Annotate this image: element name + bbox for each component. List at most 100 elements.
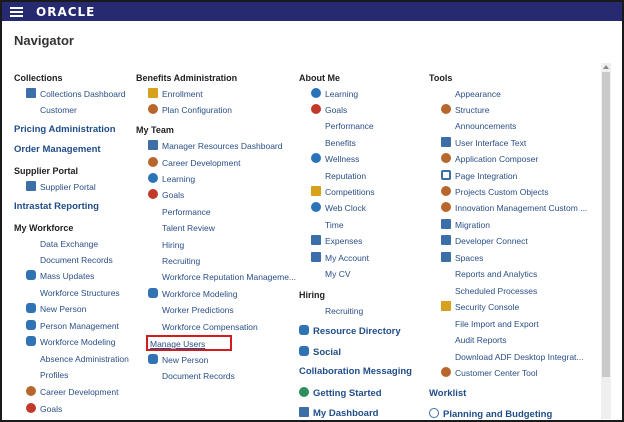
nav-item-talent-review[interactable]: Talent Review [162,222,215,234]
nav-item-pricing-administration[interactable]: Pricing Administration [14,124,116,136]
nav-item-performance[interactable]: Performance [162,206,211,218]
nav-item-label: User Interface Text [455,138,527,148]
nav-item-goals[interactable]: Goals [311,104,347,116]
nav-item-recruiting[interactable]: Recruiting [325,305,363,317]
nav-item-time[interactable]: Time [325,219,344,231]
nav-item-projects-custom-objects[interactable]: Projects Custom Objects [441,186,549,198]
nav-item-spaces[interactable]: Spaces [441,252,483,264]
nav-item-announcements[interactable]: Announcements [455,120,516,132]
nav-item-absence-administration[interactable]: Absence Administration [40,353,129,365]
nav-item-benefits[interactable]: Benefits [325,137,356,149]
nav-item-worker-predictions[interactable]: Worker Predictions [162,304,234,316]
nav-item-document-records[interactable]: Document Records [40,254,113,266]
nav-item-expenses[interactable]: Expenses [311,235,362,247]
nav-item-mass-updates[interactable]: Mass Updates [26,270,94,282]
goals-icon [148,189,158,199]
nav-item-user-interface-text[interactable]: User Interface Text [441,137,526,149]
nav-item-reports-and-analytics[interactable]: Reports and Analytics [455,268,537,280]
nav-item-learning[interactable]: Learning [148,173,195,185]
nav-item-page-integration[interactable]: Page Integration [441,170,517,182]
nav-item-wellness[interactable]: Wellness [311,153,359,165]
nav-item-label: Security Console [455,302,520,312]
nav-item-workforce-structures[interactable]: Workforce Structures [40,287,120,299]
nav-item-my-dashboard[interactable]: My Dashboard [299,407,378,419]
nav-item-manager-resources-dashboard[interactable]: Manager Resources Dashboard [148,140,282,152]
nav-item-migration[interactable]: Migration [441,219,490,231]
nav-item-label: Workforce Reputation Manageme... [162,272,297,282]
nav-item-scheduled-processes[interactable]: Scheduled Processes [455,285,537,297]
nav-item-goals[interactable]: Goals [26,403,62,415]
nav-item-order-management[interactable]: Order Management [14,144,101,156]
nav-item-workforce-reputation-manageme[interactable]: Workforce Reputation Manageme... [162,271,296,283]
nav-item-security-console[interactable]: Security Console [441,301,519,313]
nav-item-collections-dashboard[interactable]: Collections Dashboard [26,88,126,100]
nav-item-file-import-and-export[interactable]: File Import and Export [455,318,539,330]
nav-item-reputation[interactable]: Reputation [325,170,366,182]
nav-item-collaboration-messaging[interactable]: Collaboration Messaging [299,366,412,378]
nav-item-new-person[interactable]: New Person [26,303,86,315]
nav-item-download-adf-desktop-integrat[interactable]: Download ADF Desktop Integrat... [455,351,584,363]
scrollbar-thumb[interactable] [602,72,610,377]
nav-item-label: Document Records [162,371,235,381]
nav-item-label: Absence Administration [40,354,129,364]
nav-item-label: Career Development [40,387,119,397]
trophy-icon [311,186,321,196]
nav-item-recruiting[interactable]: Recruiting [162,255,200,267]
nav-item-customer-center-tool[interactable]: Customer Center Tool [441,367,538,379]
nav-item-web-clock[interactable]: Web Clock [311,202,366,214]
nav-item-new-person[interactable]: New Person [148,354,208,366]
nav-item-label: Web Clock [325,203,366,213]
top-bar: ORACLE [2,2,622,21]
nav-item-label: Order Management [14,144,101,155]
nav-item-profiles[interactable]: Profiles [40,369,68,381]
nav-item-person-management[interactable]: Person Management [26,320,119,332]
nav-item-application-composer[interactable]: Application Composer [441,153,538,165]
nav-item-label: Learning [325,89,359,99]
nav-item-my-cv[interactable]: My CV [325,268,351,280]
resource-directory-icon [299,325,309,335]
nav-item-label: Worklist [429,388,467,399]
nav-item-document-records[interactable]: Document Records [162,370,235,382]
security-icon [441,301,451,311]
nav-item-label: Workforce Modeling [40,337,116,347]
nav-item-label: Reports and Analytics [455,269,538,279]
nav-item-intrastat-reporting[interactable]: Intrastat Reporting [14,201,99,213]
nav-item-customer[interactable]: Customer [40,104,77,116]
nav-item-supplier-portal[interactable]: Supplier Portal [26,181,96,193]
nav-item-my-account[interactable]: My Account [311,252,369,264]
nav-item-label: Person Management [40,321,119,331]
nav-item-workforce-compensation[interactable]: Workforce Compensation [162,321,258,333]
nav-item-label: Goals [162,190,185,200]
tools-icon [441,202,451,212]
nav-item-enrollment[interactable]: Enrollment [148,88,203,100]
nav-item-hiring[interactable]: Hiring [162,239,184,251]
nav-item-social[interactable]: Social [299,346,341,358]
nav-item-career-development[interactable]: Career Development [26,386,118,398]
nav-item-planning-and-budgeting[interactable]: Planning and Budgeting [429,408,552,420]
nav-item-label: Enrollment [162,89,203,99]
nav-item-label: Collaboration Messaging [299,366,412,377]
nav-item-innovation-management-custom[interactable]: Innovation Management Custom ... [441,202,587,214]
nav-item-performance[interactable]: Performance [325,120,374,132]
nav-item-resource-directory[interactable]: Resource Directory [299,325,401,337]
nav-item-worklist[interactable]: Worklist [429,388,466,400]
scroll-up-icon[interactable] [602,63,610,71]
page-title: Navigator [14,33,74,48]
nav-item-competitions[interactable]: Competitions [311,186,375,198]
section-heading-about-me: About Me [299,72,340,84]
nav-item-learning[interactable]: Learning [311,88,358,100]
hamburger-menu-icon[interactable] [10,7,23,17]
nav-item-structure[interactable]: Structure [441,104,490,116]
learning-icon [311,88,321,98]
nav-item-developer-connect[interactable]: Developer Connect [441,235,528,247]
nav-item-appearance[interactable]: Appearance [455,88,501,100]
nav-item-getting-started[interactable]: Getting Started [299,387,382,399]
nav-item-goals[interactable]: Goals [148,189,184,201]
nav-item-plan-configuration[interactable]: Plan Configuration [148,104,232,116]
structure-icon [441,104,451,114]
nav-item-workforce-modeling[interactable]: Workforce Modeling [148,288,237,300]
nav-item-data-exchange[interactable]: Data Exchange [40,238,98,250]
nav-item-workforce-modeling[interactable]: Workforce Modeling [26,336,115,348]
nav-item-career-development[interactable]: Career Development [148,157,240,169]
nav-item-audit-reports[interactable]: Audit Reports [455,334,507,346]
